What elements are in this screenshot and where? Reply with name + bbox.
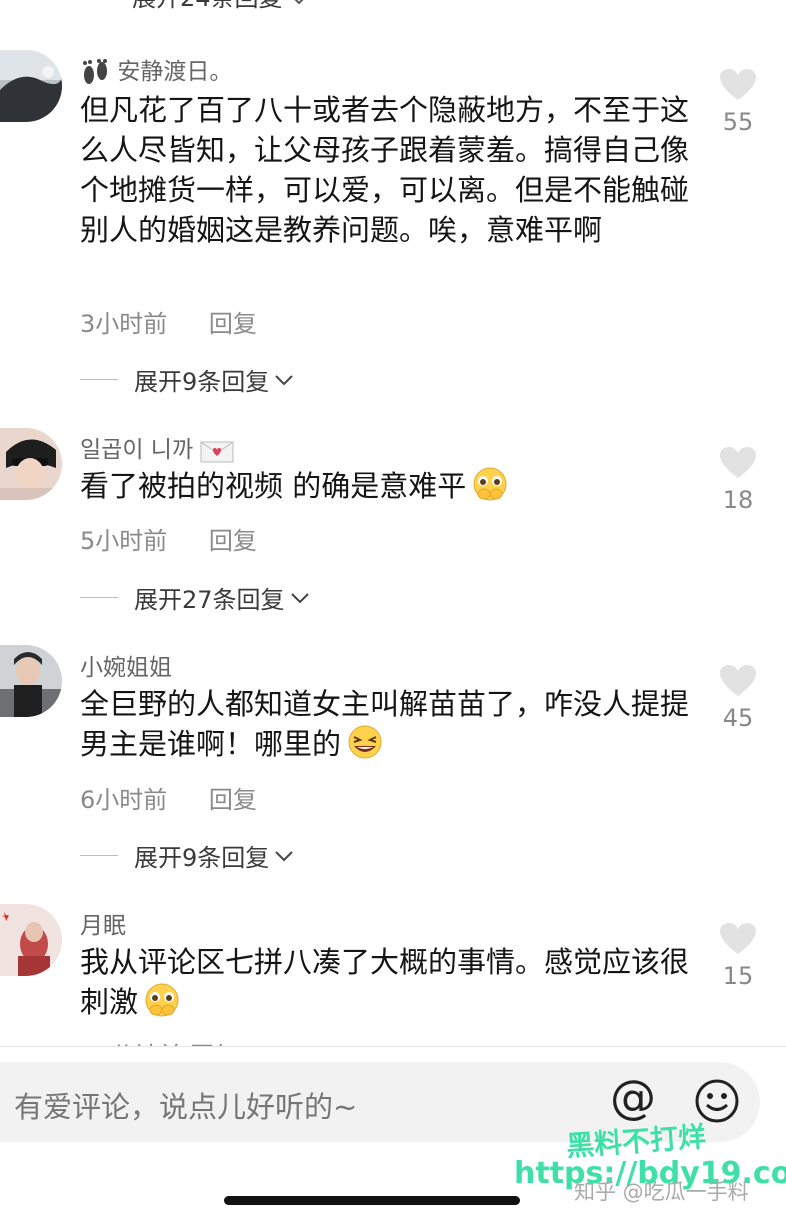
expand-replies-partial[interactable]: 展开24条回复 [132,0,308,13]
laughing-face-icon [348,725,382,759]
love-letter-icon [200,441,234,462]
expand-replies-label: 展开9条回复 [134,844,270,872]
source-watermark: 知乎 @吃瓜一手料 [574,1180,749,1204]
avatar[interactable] [0,50,62,122]
like-button[interactable]: 45 [718,664,758,732]
divider-line [80,597,118,598]
avatar[interactable] [0,904,62,976]
avatar[interactable] [0,428,62,500]
comment-meta: 5小时前 回复 [80,521,257,556]
comment-text: 看了被拍的视频 的确是意难平 [80,466,690,506]
timestamp: 6小时前 [80,786,168,814]
mention-button[interactable]: @ [610,1070,656,1124]
username[interactable]: 安静渡日。 [80,52,232,87]
username[interactable]: 月眠 [80,906,126,940]
avatar[interactable] [0,645,62,717]
heart-icon [720,923,756,954]
heart-icon [720,69,756,100]
like-count: 45 [722,704,754,732]
username[interactable]: 일곱이 니까 [80,430,234,464]
reply-button[interactable]: 回复 [209,786,257,814]
reply-button[interactable]: 回复 [209,527,257,555]
expand-replies[interactable]: 展开27条回复 [80,580,311,615]
expand-replies-label: 展开9条回复 [134,368,270,396]
username-label: 安静渡日。 [117,59,233,85]
comment-text: 全巨野的人都知道女主叫解苗苗了，咋没人提提男主是谁啊！哪里的 [80,684,690,764]
chevron-down-icon [290,592,309,603]
like-button[interactable]: 55 [718,68,758,136]
timestamp: 5小时前 [80,527,168,555]
comment-meta: 3小时前 回复 [80,304,257,339]
comment-meta: 6小时前 回复 [80,780,257,815]
comment-meta-partial: 40分钟前 回复 [80,1036,238,1046]
pleading-face-icon [473,467,507,501]
comment-input[interactable]: 有爱评论，说点儿好听的~ [14,1084,357,1126]
chevron-down-icon [275,374,293,385]
footprints-icon [83,58,107,84]
expand-replies-label: 展开27条回复 [134,586,285,614]
reply-button[interactable]: 回复 [209,310,257,338]
pleading-face-icon [145,983,179,1017]
like-count: 55 [722,108,754,136]
timestamp: 3小时前 [80,310,168,338]
like-count: 18 [722,486,754,514]
comment-text-content: 看了被拍的视频 的确是意难平 [80,469,467,503]
like-button[interactable]: 18 [718,446,758,514]
username-label: 小婉姐姐 [80,655,172,681]
divider-line [80,379,118,380]
chevron-down-icon [294,0,304,5]
home-indicator[interactable] [224,1196,520,1205]
expand-replies-label: 展开24条回复 [132,0,283,12]
comment-text: 但凡花了百了八十或者去个隐蔽地方，不至于这么人尽皆知，让父母孩子跟着蒙羞。搞得自… [80,93,690,247]
username-label: 일곱이 니까 [80,437,194,463]
divider-line [80,855,118,856]
expand-replies[interactable]: 展开9条回复 [80,362,295,397]
chevron-down-icon [275,850,293,861]
username-label: 月眠 [80,913,126,939]
input-divider [0,1046,786,1047]
heart-icon [720,447,756,478]
username[interactable]: 小婉姐姐 [80,648,172,682]
like-button[interactable]: 15 [718,922,758,990]
heart-icon [720,665,756,696]
expand-replies[interactable]: 展开9条回复 [80,838,295,873]
like-count: 15 [722,962,754,990]
comment-text: 我从评论区七拼八凑了大概的事情。感觉应该很刺激 [80,942,690,1022]
